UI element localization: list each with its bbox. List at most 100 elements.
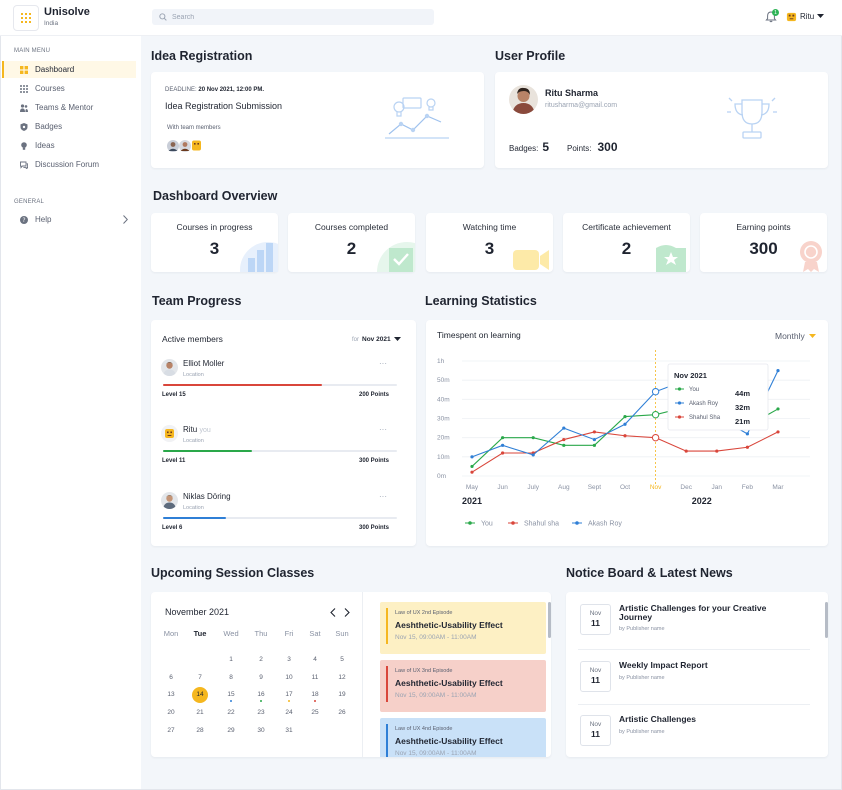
stat-watching-time[interactable]: Watching time 3: [426, 213, 553, 272]
data-point: [470, 470, 474, 474]
sidebar-item-forum[interactable]: Discussion Forum: [2, 156, 136, 173]
avatar[interactable]: [509, 85, 538, 114]
month-value: Nov 2021: [362, 336, 391, 343]
calendar-day[interactable]: 16: [251, 691, 271, 698]
calendar-day[interactable]: 17: [279, 691, 299, 698]
calendar-day[interactable]: 2: [251, 656, 271, 663]
notices-scrollbar[interactable]: [825, 602, 828, 638]
sidebar-item-courses[interactable]: Courses: [2, 80, 136, 97]
stat-label: Watching time: [462, 222, 517, 232]
calendar-day[interactable]: 4: [305, 656, 325, 663]
data-point: [470, 464, 474, 469]
month-filter[interactable]: for Nov 2021: [352, 336, 401, 343]
data-point: [776, 368, 780, 373]
sidebar-item-dashboard[interactable]: Dashboard: [2, 61, 136, 78]
data-point: [651, 387, 660, 396]
data-point: [501, 443, 505, 447]
sessions-section-title: Upcoming Session Classes: [151, 566, 315, 580]
x-tick-label: Nov: [650, 484, 662, 491]
brand-logo[interactable]: [13, 5, 39, 31]
calendar-day[interactable]: 20: [161, 709, 181, 716]
calendar-day[interactable]: 15: [221, 691, 241, 698]
progress-track: [163, 384, 397, 386]
session-title: Aeshthetic-Usability Effect: [395, 736, 503, 746]
divider: [362, 592, 363, 757]
calendar-day[interactable]: 30: [251, 727, 271, 734]
sidebar-item-teams[interactable]: Teams & Mentor: [2, 99, 136, 116]
top-bar: Unisolve India 1 Ritu: [0, 0, 842, 36]
sidebar-item-help[interactable]: ? Help: [2, 211, 136, 228]
more-options-icon[interactable]: ···: [379, 492, 387, 501]
data-point: [562, 443, 566, 447]
avatar: [161, 492, 178, 509]
chevron-down-icon: [393, 337, 401, 341]
data-point: [592, 443, 596, 447]
session-title: Aeshthetic-Usability Effect: [395, 678, 503, 688]
chevron-down-icon: [817, 14, 825, 18]
sidebar-item-label: Dashboard: [35, 65, 75, 74]
trophy-illustration-icon: [727, 97, 777, 139]
session-item[interactable]: Law of UX 4nd Episode Aeshthetic-Usabili…: [380, 718, 546, 757]
sidebar-item-label: Courses: [35, 84, 65, 93]
stat-courses-in-progress[interactable]: Courses in progress 3: [151, 213, 278, 272]
calendar-day[interactable]: 24: [279, 709, 299, 716]
session-episode: Law of UX 3nd Episode: [395, 668, 453, 674]
member-you-tag: you: [199, 427, 211, 434]
tooltip-series-name: You: [689, 387, 699, 393]
calendar-day[interactable]: 22: [221, 709, 241, 716]
calendar-day[interactable]: 7: [190, 674, 210, 681]
calendar-day[interactable]: 31: [279, 727, 299, 734]
calendar-day[interactable]: 19: [332, 691, 352, 698]
calendar-day[interactable]: 6: [161, 674, 181, 681]
calendar-day[interactable]: 25: [305, 709, 325, 716]
stat-earning-points[interactable]: Earning points 300: [700, 213, 827, 272]
sidebar-item-badges[interactable]: Badges: [2, 118, 136, 135]
calendar-day[interactable]: 27: [161, 727, 181, 734]
team-icon: [20, 103, 28, 112]
calendar-day[interactable]: 29: [221, 727, 241, 734]
calendar-day[interactable]: 3: [279, 656, 299, 663]
y-tick-label: 50m: [437, 377, 450, 384]
session-item[interactable]: Law of UX 2nd Episode Aeshthetic-Usabili…: [380, 602, 546, 654]
calendar-day[interactable]: 8: [221, 674, 241, 681]
logo-icon: [21, 13, 31, 23]
bar-chart-icon: [240, 242, 278, 272]
profile-card[interactable]: Ritu Sharma ritusharma@gmail.com Badges:…: [495, 72, 828, 168]
sessions-scrollbar[interactable]: [548, 602, 551, 638]
session-item[interactable]: Law of UX 3nd Episode Aeshthetic-Usabili…: [380, 660, 546, 712]
chevron-right-icon[interactable]: [344, 608, 350, 617]
calendar-day[interactable]: 5: [332, 656, 352, 663]
calendar-day[interactable]: 13: [161, 691, 181, 698]
calendar-day[interactable]: 18: [305, 691, 325, 698]
calendar-day[interactable]: 11: [305, 674, 325, 681]
calendar-day[interactable]: 21: [190, 709, 210, 716]
calendar-day[interactable]: 28: [190, 727, 210, 734]
stat-courses-completed[interactable]: Courses completed 2: [288, 213, 415, 272]
search-input[interactable]: [172, 13, 412, 21]
team-avatars-icon: [167, 140, 201, 152]
data-point: [562, 437, 566, 442]
stat-certificate-achievement[interactable]: Certificate achievement 2: [563, 213, 690, 272]
member-avatar-icon: [161, 492, 178, 509]
calendar-day[interactable]: 9: [251, 674, 271, 681]
chevron-left-icon[interactable]: [330, 608, 336, 617]
more-options-icon[interactable]: ···: [379, 425, 387, 434]
calendar-day[interactable]: 14: [190, 691, 210, 698]
divider: [578, 704, 810, 705]
calendar-day[interactable]: 12: [332, 674, 352, 681]
calendar-day[interactable]: 1: [221, 656, 241, 663]
search-bar[interactable]: [152, 9, 434, 25]
sidebar-item-ideas[interactable]: Ideas: [2, 137, 136, 154]
bulb-icon: [21, 141, 27, 150]
idea-card[interactable]: DEADLINE: 20 Nov 2021, 12:00 PM. Idea Re…: [151, 72, 484, 168]
session-episode: Law of UX 2nd Episode: [395, 610, 453, 616]
calendar-day[interactable]: 10: [279, 674, 299, 681]
more-options-icon[interactable]: ···: [379, 359, 387, 368]
calendar-day[interactable]: 23: [251, 709, 271, 716]
learning-line-chart[interactable]: 0m 10m 20m 30m 40m 50m 1h May Jun July Aug Sept Oct N…: [426, 320, 828, 546]
data-point: [623, 422, 627, 426]
x-tick-label: Dec: [680, 484, 692, 491]
calendar-day[interactable]: 26: [332, 709, 352, 716]
user-menu[interactable]: Ritu: [786, 11, 825, 22]
session-time: Nov 15, 09:00AM - 11:00AM: [395, 692, 477, 699]
